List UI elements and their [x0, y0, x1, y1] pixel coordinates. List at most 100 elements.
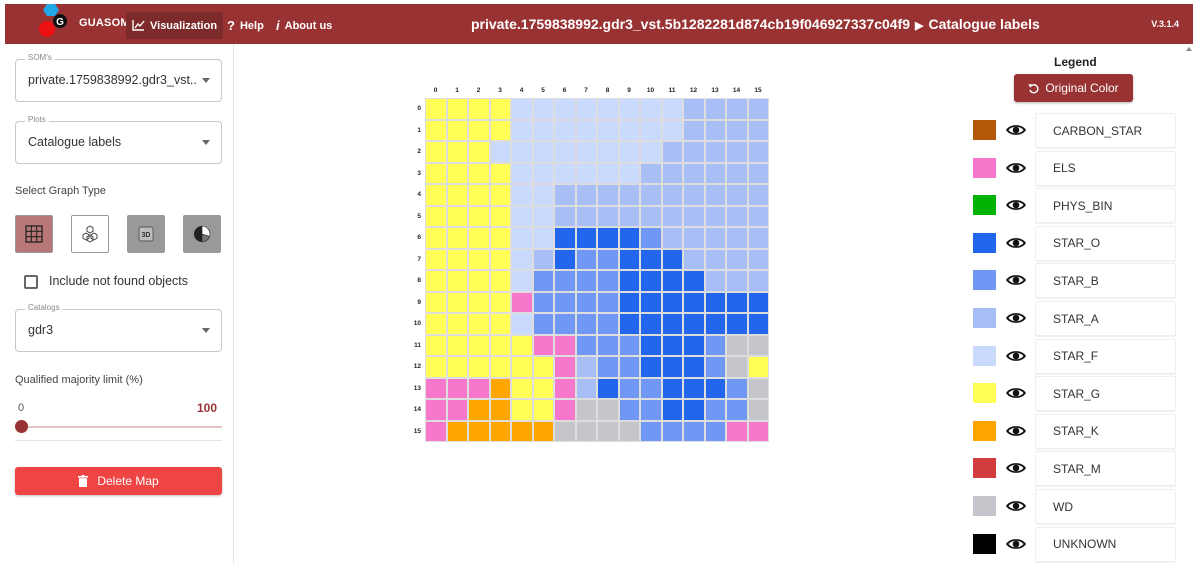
- grid-cell[interactable]: [597, 184, 619, 206]
- grid-cell[interactable]: [597, 356, 619, 378]
- eye-icon[interactable]: [1005, 235, 1027, 251]
- grid-cell[interactable]: [425, 399, 447, 421]
- grid-cell[interactable]: [640, 205, 662, 227]
- grid-cell[interactable]: [425, 270, 447, 292]
- grid-cell[interactable]: [661, 399, 683, 421]
- grid-cell[interactable]: [554, 141, 576, 163]
- grid-cell[interactable]: [575, 141, 597, 163]
- grid-cell[interactable]: [683, 270, 705, 292]
- grid-cell[interactable]: [554, 399, 576, 421]
- grid-cell[interactable]: [554, 377, 576, 399]
- grid-cell[interactable]: [489, 248, 511, 270]
- grid-cell[interactable]: [704, 270, 726, 292]
- grid-cell[interactable]: [704, 334, 726, 356]
- grid-cell[interactable]: [532, 119, 554, 141]
- grid-cell[interactable]: [425, 420, 447, 442]
- grid-cell[interactable]: [683, 399, 705, 421]
- grid-cell[interactable]: [468, 313, 490, 335]
- grid-cell[interactable]: [511, 356, 533, 378]
- grid-cell[interactable]: [446, 205, 468, 227]
- grid-cell[interactable]: [511, 334, 533, 356]
- grid-cell[interactable]: [446, 377, 468, 399]
- grid-cell[interactable]: [532, 162, 554, 184]
- grid-cell[interactable]: [726, 248, 748, 270]
- grid-cell[interactable]: [532, 98, 554, 120]
- grid-cell[interactable]: [532, 291, 554, 313]
- grid-cell[interactable]: [704, 248, 726, 270]
- grid-cell[interactable]: [640, 420, 662, 442]
- grid-cell[interactable]: [661, 377, 683, 399]
- grid-cell[interactable]: [618, 119, 640, 141]
- grid-cell[interactable]: [511, 205, 533, 227]
- grid-cell[interactable]: [726, 162, 748, 184]
- grid-cell[interactable]: [532, 420, 554, 442]
- grid-cell[interactable]: [575, 98, 597, 120]
- grid-cell[interactable]: [618, 334, 640, 356]
- grid-cell[interactable]: [468, 119, 490, 141]
- grid-cell[interactable]: [683, 313, 705, 335]
- grid-cell[interactable]: [425, 141, 447, 163]
- grid-cell[interactable]: [683, 184, 705, 206]
- catalogs-select[interactable]: Catalogs gdr3: [15, 303, 222, 352]
- grid-cell[interactable]: [575, 205, 597, 227]
- grid-cell[interactable]: [468, 205, 490, 227]
- nav-about[interactable]: i About us: [276, 12, 332, 39]
- grid-cell[interactable]: [597, 377, 619, 399]
- grid-cell[interactable]: [747, 98, 769, 120]
- grid-cell[interactable]: [554, 291, 576, 313]
- grid-cell[interactable]: [554, 162, 576, 184]
- grid-cell[interactable]: [683, 205, 705, 227]
- grid-cell[interactable]: [640, 98, 662, 120]
- grid-cell[interactable]: [683, 356, 705, 378]
- grid-cell[interactable]: [704, 291, 726, 313]
- grid-cell[interactable]: [597, 119, 619, 141]
- grid-cell[interactable]: [661, 162, 683, 184]
- grid-cell[interactable]: [489, 141, 511, 163]
- grid-cell[interactable]: [468, 291, 490, 313]
- grid-cell[interactable]: [704, 356, 726, 378]
- grid-cell[interactable]: [511, 227, 533, 249]
- grid-cell[interactable]: [640, 356, 662, 378]
- grid-cell[interactable]: [597, 248, 619, 270]
- grid-cell[interactable]: [468, 377, 490, 399]
- grid-cell[interactable]: [511, 119, 533, 141]
- grid-cell[interactable]: [554, 334, 576, 356]
- grid-cell[interactable]: [575, 377, 597, 399]
- grid-cell[interactable]: [683, 334, 705, 356]
- grid-cell[interactable]: [468, 270, 490, 292]
- grid-cell[interactable]: [747, 248, 769, 270]
- grid-cell[interactable]: [425, 356, 447, 378]
- grid-cell[interactable]: [446, 270, 468, 292]
- grid-cell[interactable]: [597, 291, 619, 313]
- grid-cell[interactable]: [661, 270, 683, 292]
- graph-type-pie-button[interactable]: [183, 215, 221, 253]
- grid-cell[interactable]: [640, 291, 662, 313]
- grid-cell[interactable]: [747, 334, 769, 356]
- grid-cell[interactable]: [511, 98, 533, 120]
- color-swatch[interactable]: [973, 232, 996, 253]
- grid-cell[interactable]: [511, 270, 533, 292]
- soms-select[interactable]: SOM's private.1759838992.gdr3_vst...: [15, 53, 222, 102]
- grid-cell[interactable]: [468, 184, 490, 206]
- grid-cell[interactable]: [554, 313, 576, 335]
- grid-cell[interactable]: [425, 291, 447, 313]
- color-swatch[interactable]: [973, 496, 996, 516]
- grid-cell[interactable]: [425, 248, 447, 270]
- color-swatch[interactable]: [973, 195, 996, 216]
- grid-cell[interactable]: [532, 227, 554, 249]
- eye-icon[interactable]: [1005, 498, 1027, 514]
- grid-cell[interactable]: [726, 98, 748, 120]
- grid-cell[interactable]: [575, 334, 597, 356]
- color-swatch[interactable]: [973, 533, 996, 554]
- grid-cell[interactable]: [575, 184, 597, 206]
- grid-cell[interactable]: [446, 227, 468, 249]
- eye-icon[interactable]: [1005, 423, 1027, 439]
- grid-cell[interactable]: [597, 162, 619, 184]
- scroll-up-icon[interactable]: [1186, 47, 1192, 51]
- grid-cell[interactable]: [618, 205, 640, 227]
- grid-cell[interactable]: [618, 162, 640, 184]
- grid-cell[interactable]: [575, 162, 597, 184]
- grid-cell[interactable]: [532, 356, 554, 378]
- grid-cell[interactable]: [468, 420, 490, 442]
- grid-cell[interactable]: [640, 270, 662, 292]
